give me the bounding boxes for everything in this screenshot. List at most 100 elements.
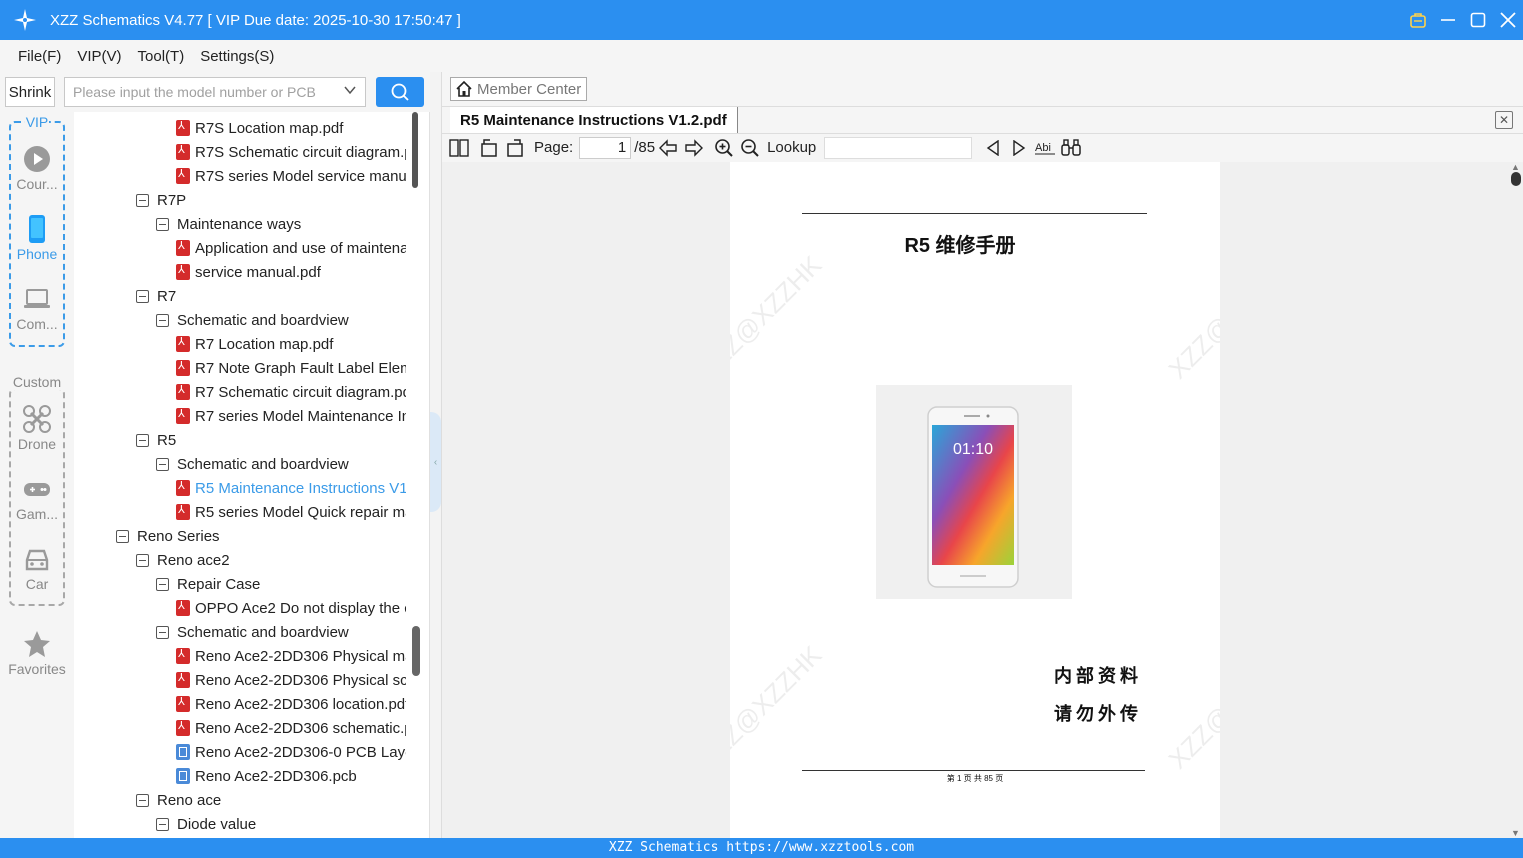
- tree-item-label: R7S series Model service manual: [195, 167, 406, 185]
- tree-file[interactable]: R5 series Model Quick repair manual: [176, 500, 406, 524]
- menu-file[interactable]: File(F): [18, 48, 61, 65]
- tree-folder[interactable]: Schematic and boardview: [156, 620, 349, 644]
- tree-file[interactable]: OPPO Ace2 Do not display the charging: [176, 596, 406, 620]
- tree-file[interactable]: Reno Ace2-2DD306 location.pdf: [176, 692, 406, 716]
- tree-file[interactable]: R7 Note Graph Fault Label Element: [176, 356, 406, 380]
- tree-file[interactable]: R5 Maintenance Instructions V1.2.pdf: [176, 476, 406, 500]
- next-page-icon[interactable]: [683, 137, 705, 159]
- collapse-box-icon[interactable]: [136, 793, 149, 807]
- menu-settings[interactable]: Settings(S): [200, 48, 274, 65]
- pdf-file-icon: [176, 119, 190, 136]
- scroll-thumb[interactable]: [412, 112, 418, 188]
- watermark: XZZ@XZZHK: [730, 639, 828, 775]
- tree-folder[interactable]: R5: [136, 428, 176, 452]
- maximize-button[interactable]: [1463, 0, 1493, 40]
- rail-item-drone[interactable]: Drone: [0, 404, 74, 452]
- status-bar: XZZ Schematics https://www.xzztools.com: [0, 838, 1523, 858]
- tree-folder[interactable]: Maintenance ways: [156, 212, 301, 236]
- tab-document[interactable]: R5 Maintenance Instructions V1.2.pdf: [450, 107, 738, 133]
- collapse-box-icon[interactable]: [156, 313, 169, 327]
- app-logo-icon: [0, 0, 50, 40]
- collapse-box-icon[interactable]: [156, 817, 169, 831]
- tree-file[interactable]: Application and use of maintenance: [176, 236, 406, 260]
- collapse-box-icon[interactable]: [116, 529, 129, 543]
- collapse-box-icon[interactable]: [136, 193, 149, 207]
- tree-folder[interactable]: Reno Series: [116, 524, 220, 548]
- tree-file[interactable]: R7 Schematic circuit diagram.pdf: [176, 380, 406, 404]
- tree-file[interactable]: R7S series Model service manual: [176, 164, 406, 188]
- viewer-scrollbar[interactable]: ▲ ▼: [1509, 162, 1523, 838]
- find-next-icon[interactable]: [1008, 137, 1030, 159]
- minimize-button[interactable]: [1433, 0, 1463, 40]
- member-center-button[interactable]: Member Center: [450, 77, 588, 101]
- collapse-grip-icon[interactable]: ‹: [430, 412, 441, 512]
- collapse-box-icon[interactable]: [156, 577, 169, 591]
- tree-file[interactable]: Reno Ace2-2DD306 Physical scan: [176, 668, 406, 692]
- tree-folder[interactable]: Reno ace2: [136, 548, 230, 572]
- tree-file[interactable]: R7S Location map.pdf: [176, 116, 343, 140]
- collapse-box-icon[interactable]: [136, 289, 149, 303]
- close-button[interactable]: [1493, 0, 1523, 40]
- scroll-thumb[interactable]: [1511, 172, 1521, 186]
- page-total: /85: [634, 139, 656, 156]
- menu-tool[interactable]: Tool(T): [138, 48, 185, 65]
- tree-file[interactable]: Reno Ace2-2DD306.pcb: [176, 764, 357, 788]
- tree-folder[interactable]: Repair Case: [156, 572, 260, 596]
- rail-item-car[interactable]: Car: [0, 544, 74, 592]
- tree-file[interactable]: Reno Ace2-2DD306 schematic.pdf: [176, 716, 406, 740]
- tree-folder[interactable]: Diode value: [156, 812, 256, 836]
- tree-item-label: R7S Schematic circuit diagram.pdf: [195, 143, 406, 161]
- tree-file[interactable]: R7S Schematic circuit diagram.pdf: [176, 140, 406, 164]
- chevron-down-icon[interactable]: [343, 83, 357, 100]
- tree-file[interactable]: Reno Ace2-2DD306 Physical map: [176, 644, 406, 668]
- vip-bag-icon[interactable]: [1403, 0, 1433, 40]
- search-button[interactable]: [376, 77, 424, 107]
- zoom-out-icon[interactable]: [739, 137, 761, 159]
- rotate-right-icon[interactable]: [504, 137, 526, 159]
- pdf-viewport[interactable]: R5 维修手册 XZZ@XZZHK XZZ@XZZHK XZZ@XZZHK XZ…: [442, 162, 1523, 838]
- collapse-box-icon[interactable]: [156, 625, 169, 639]
- tree-file[interactable]: R7 Location map.pdf: [176, 332, 333, 356]
- tree-folder[interactable]: Reno ace: [136, 788, 221, 812]
- lookup-input[interactable]: [824, 136, 973, 159]
- pcb-file-icon: [176, 768, 190, 784]
- tree-folder[interactable]: R7: [136, 284, 176, 308]
- collapse-box-icon[interactable]: [136, 433, 149, 447]
- page-footer: 第 1 页 共 85 页: [946, 774, 1004, 783]
- prev-page-icon[interactable]: [657, 137, 679, 159]
- tree-scrollbar[interactable]: ▲: [408, 112, 420, 838]
- rotate-left-icon[interactable]: [478, 137, 500, 159]
- shrink-button[interactable]: Shrink: [5, 77, 55, 107]
- scroll-thumb-secondary[interactable]: [412, 626, 420, 676]
- rail-item-games[interactable]: Gam...: [0, 474, 74, 522]
- collapse-box-icon[interactable]: [156, 217, 169, 231]
- tree-file[interactable]: R7 series Model Maintenance Instructions: [176, 404, 406, 428]
- tree-folder[interactable]: Schematic and boardview: [156, 452, 349, 476]
- rail-item-favorites[interactable]: Favorites: [0, 629, 74, 677]
- rail-item-label: Car: [25, 576, 49, 592]
- scroll-down-icon[interactable]: ▼: [1511, 828, 1520, 838]
- rail-item-phone[interactable]: Phone: [0, 214, 74, 262]
- zoom-in-icon[interactable]: [713, 137, 735, 159]
- tree-folder[interactable]: Schematic and boardview: [156, 308, 349, 332]
- rail-item-computer[interactable]: Com...: [0, 284, 74, 332]
- pdf-file-icon: [176, 719, 190, 736]
- tree-file[interactable]: service manual.pdf: [176, 260, 321, 284]
- tree-item-label: R7 Note Graph Fault Label Element: [195, 359, 406, 377]
- pdf-file-icon: [176, 335, 190, 352]
- close-tab-icon[interactable]: ✕: [1495, 111, 1513, 129]
- two-page-icon[interactable]: [448, 137, 470, 159]
- search-input[interactable]: Please input the model number or PCB: [64, 77, 366, 107]
- page-number-input[interactable]: 1: [579, 136, 632, 159]
- panel-splitter[interactable]: ‹: [430, 72, 442, 838]
- tree-folder[interactable]: R7P: [136, 188, 186, 212]
- match-case-icon[interactable]: Abi: [1034, 137, 1056, 159]
- collapse-box-icon[interactable]: [156, 457, 169, 471]
- menu-vip[interactable]: VIP(V): [77, 48, 121, 65]
- scroll-up-icon[interactable]: ▲: [1511, 162, 1520, 172]
- find-prev-icon[interactable]: [982, 137, 1004, 159]
- rail-item-courses[interactable]: Cour...: [0, 144, 74, 192]
- binoculars-icon[interactable]: [1060, 137, 1082, 159]
- tree-file[interactable]: Reno Ace2-2DD306-0 PCB Layer: [176, 740, 406, 764]
- collapse-box-icon[interactable]: [136, 553, 149, 567]
